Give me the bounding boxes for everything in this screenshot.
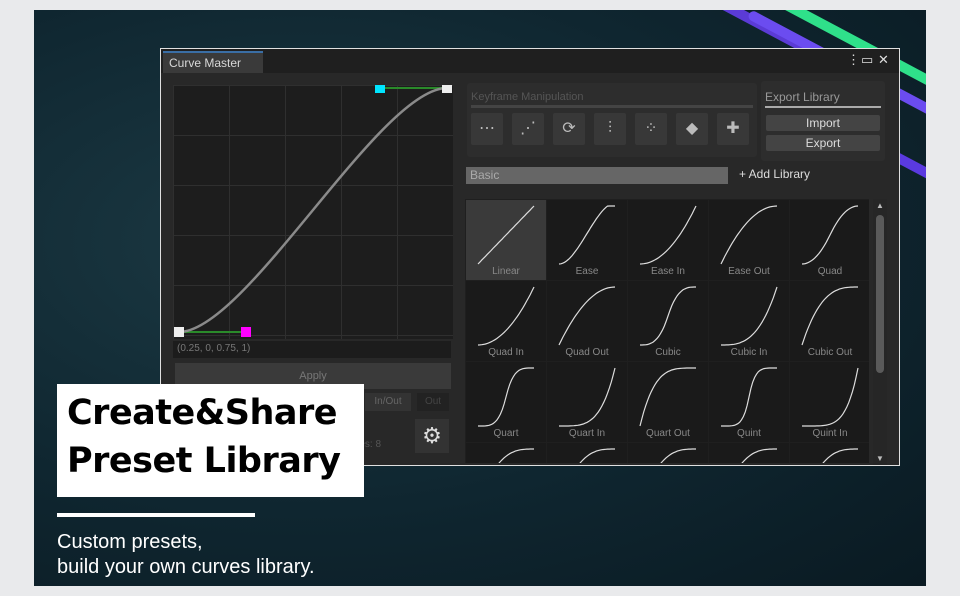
mirror-icon[interactable]: ◆ — [676, 113, 708, 145]
preset-curve — [640, 286, 696, 346]
gear-icon[interactable]: ⚙ — [415, 419, 449, 453]
preset-curve — [660, 448, 696, 463]
preset-quad-in[interactable]: Quad In — [466, 281, 546, 361]
headline-line-1: Create&Share — [67, 393, 338, 433]
preset-ease[interactable]: Ease — [547, 200, 627, 280]
preset-cubic-in[interactable]: Cubic In — [709, 281, 789, 361]
align-horizontal-icon[interactable]: ⋯ — [471, 113, 503, 145]
keyframe-panel: Keyframe Manipulation ⋯ ⋰ ⟳ ⫶ ⁘ ◆ ✚ — [467, 83, 757, 157]
preset-label: Quint In — [812, 428, 848, 439]
preset-curve — [558, 205, 615, 265]
scrollbar-thumb[interactable] — [876, 215, 884, 373]
distribute-icon[interactable]: ⁘ — [635, 113, 667, 145]
preset-label: Cubic Out — [807, 347, 853, 358]
preset-item[interactable] — [790, 443, 869, 463]
preset-curve — [721, 367, 777, 427]
handle-in[interactable] — [241, 327, 251, 337]
preset-quad[interactable]: Quad — [790, 200, 869, 280]
preset-label: Quart Out — [646, 428, 690, 439]
keyframe-title: Keyframe Manipulation — [471, 91, 753, 108]
inout-button[interactable]: In/Out — [365, 393, 411, 411]
preset-label: Quart In — [568, 428, 606, 439]
curve-readout[interactable]: (0.25, 0, 0.75, 1) — [173, 341, 451, 358]
add-library-button[interactable]: + Add Library — [739, 167, 810, 181]
preset-curve — [822, 448, 858, 463]
refresh-icon[interactable]: ⟳ — [553, 113, 585, 145]
keyframe-start[interactable] — [174, 327, 184, 337]
preset-label: Quad — [817, 266, 843, 277]
preset-label: Cubic — [655, 347, 681, 358]
preset-label: Cubic In — [730, 347, 768, 358]
preset-item[interactable] — [709, 443, 789, 463]
tab-curve-master[interactable]: Curve Master — [163, 51, 263, 73]
export-button[interactable]: Export — [766, 135, 880, 151]
preset-label: Quad In — [488, 347, 524, 358]
preset-curve — [720, 205, 778, 265]
tab-bar: Curve Master ⋮ ▭ ✕ — [161, 49, 899, 73]
out-button[interactable]: Out — [417, 393, 449, 411]
close-icon[interactable]: ✕ — [878, 52, 889, 68]
preset-quint-in[interactable]: Quint In — [790, 362, 869, 442]
preset-ease-in[interactable]: Ease In — [628, 200, 708, 280]
preset-cubic-out[interactable]: Cubic Out — [790, 281, 869, 361]
flip-vertical-icon[interactable]: ⫶ — [594, 113, 626, 145]
preset-curve — [801, 286, 858, 346]
preset-curve — [802, 367, 859, 427]
headline-line-2: Preset Library — [67, 441, 341, 481]
scroll-down-icon[interactable]: ▼ — [876, 454, 884, 463]
preset-quart-in[interactable]: Quart In — [547, 362, 627, 442]
curve-graph[interactable] — [173, 85, 453, 339]
preset-item[interactable] — [547, 443, 627, 463]
preset-ease-out[interactable]: Ease Out — [709, 200, 789, 280]
align-diagonal-icon[interactable]: ⋰ — [512, 113, 544, 145]
preset-label: Linear — [492, 266, 520, 277]
subtitle-line-2: build your own curves library. — [57, 556, 315, 578]
library-select[interactable]: Basic — [466, 167, 728, 184]
preset-label: Quart — [493, 428, 519, 439]
preset-label: Ease Out — [728, 266, 770, 277]
promo-headline: Create&Share Preset Library — [57, 384, 364, 497]
preset-curve — [741, 448, 777, 463]
import-button[interactable]: Import — [766, 115, 880, 131]
divider — [57, 513, 255, 517]
preset-quart[interactable]: Quart — [466, 362, 546, 442]
preset-curve — [558, 286, 616, 346]
preset-cubic[interactable]: Cubic — [628, 281, 708, 361]
preset-curve — [498, 448, 534, 463]
add-icon[interactable]: ✚ — [717, 113, 749, 145]
preset-linear[interactable]: Linear — [466, 200, 546, 280]
curve-path — [178, 86, 448, 334]
subtitle-line-1: Custom presets, — [57, 531, 203, 553]
keyframe-end[interactable] — [442, 85, 452, 93]
export-library-panel: Export Library Import Export — [761, 81, 885, 161]
preset-grid: Linear Ease Ease In Ease Out Quad Quad In Quad… — [465, 199, 869, 463]
preset-curve — [478, 367, 534, 427]
preset-item[interactable] — [628, 443, 708, 463]
preset-curve — [639, 205, 697, 265]
preset-curve — [559, 367, 616, 427]
export-library-title: Export Library — [765, 90, 881, 108]
maximize-icon[interactable]: ▭ — [861, 52, 873, 68]
promo-subtitle: Custom presets, build your own curves li… — [57, 530, 315, 580]
preset-label: Quad Out — [565, 347, 609, 358]
handle-out[interactable] — [375, 85, 385, 93]
scroll-up-icon[interactable]: ▲ — [876, 201, 884, 210]
preset-quad-out[interactable]: Quad Out — [547, 281, 627, 361]
preset-curve — [801, 205, 859, 265]
preset-quint[interactable]: Quint — [709, 362, 789, 442]
preset-quart-out[interactable]: Quart Out — [628, 362, 708, 442]
preset-curve — [579, 448, 615, 463]
scrollbar[interactable]: ▲ ▼ — [873, 199, 887, 465]
preset-curve — [721, 286, 778, 346]
preset-curve — [639, 367, 696, 427]
kebab-icon[interactable]: ⋮ — [847, 52, 860, 68]
preset-item[interactable] — [466, 443, 546, 463]
preset-label: Ease In — [651, 266, 685, 277]
preset-curve — [477, 286, 535, 346]
preset-label: Ease — [575, 266, 599, 277]
preset-curve — [477, 205, 535, 265]
preset-label: Quint — [737, 428, 761, 439]
